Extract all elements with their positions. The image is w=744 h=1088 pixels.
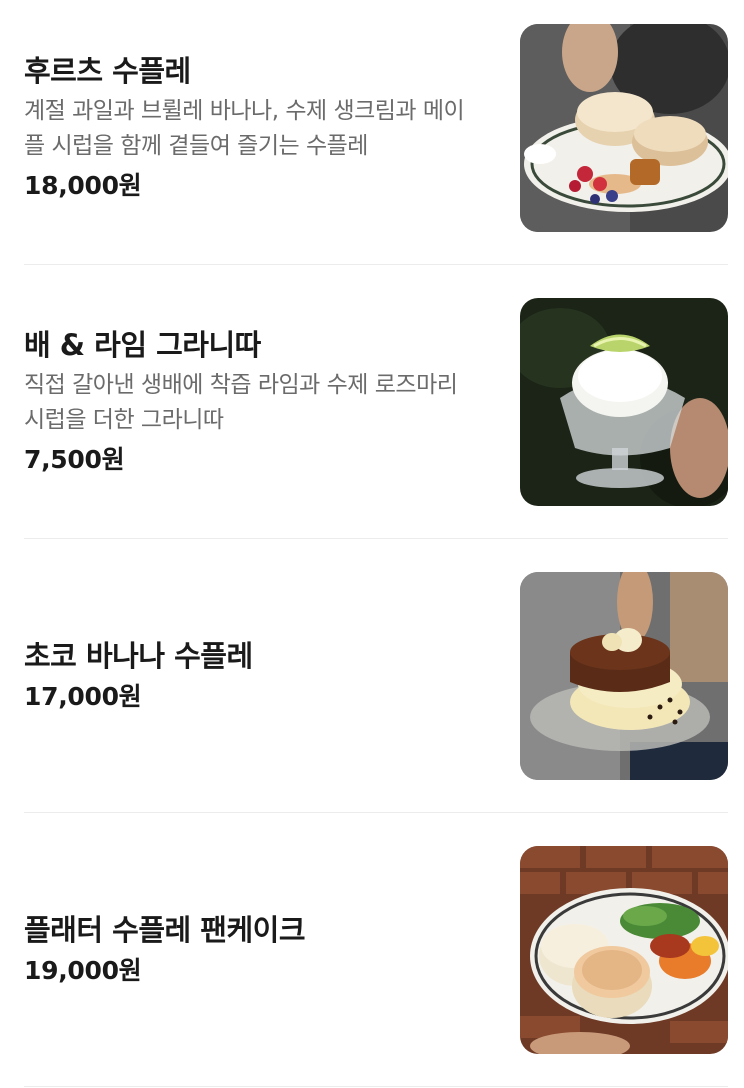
menu-item-text: 배 & 라임 그라니따 직접 갈아낸 생배에 착즙 라임과 수제 로즈마리 시럽… bbox=[24, 298, 494, 506]
choco-banana-souffle-photo[interactable] bbox=[520, 572, 728, 780]
menu-item-description: 계절 과일과 브륄레 바나나, 수제 생크림과 메이플 시럽을 함께 곁들여 즐… bbox=[24, 98, 465, 159]
menu-divider bbox=[24, 264, 728, 265]
menu-item-title: 플래터 수플레 팬케이크 bbox=[24, 913, 306, 947]
menu-divider bbox=[24, 538, 728, 539]
menu-item-choco-banana-souffle[interactable]: 초코 바나나 수플레 17,000원 bbox=[24, 572, 728, 780]
menu-item-price: 18,000원 bbox=[24, 171, 142, 200]
menu-item-title: 초코 바나나 수플레 bbox=[24, 639, 253, 673]
menu-item-platter-souffle-pancake[interactable]: 플래터 수플레 팬케이크 19,000원 bbox=[24, 846, 728, 1054]
menu-item-text: 후르츠 수플레 계절 과일과 브륄레 바나나, 수제 생크림과 메이플 시럽을 … bbox=[24, 24, 494, 232]
menu-list: 후르츠 수플레 계절 과일과 브륄레 바나나, 수제 생크림과 메이플 시럽을 … bbox=[0, 0, 744, 1088]
menu-item-price: 19,000원 bbox=[24, 956, 142, 985]
menu-item-text: 초코 바나나 수플레 17,000원 bbox=[24, 572, 494, 780]
menu-item-price: 17,000원 bbox=[24, 682, 142, 711]
fruit-souffle-pancake-photo[interactable] bbox=[520, 24, 728, 232]
menu-item-pear-lime-granita[interactable]: 배 & 라임 그라니따 직접 갈아낸 생배에 착즙 라임과 수제 로즈마리 시럽… bbox=[24, 298, 728, 506]
menu-item-text: 플래터 수플레 팬케이크 19,000원 bbox=[24, 846, 494, 1054]
platter-souffle-pancake-photo[interactable] bbox=[520, 846, 728, 1054]
menu-item-description: 직접 갈아낸 생배에 착즙 라임과 수제 로즈마리 시럽을 더한 그라니따 bbox=[24, 372, 458, 433]
pear-lime-granita-photo[interactable] bbox=[520, 298, 728, 506]
menu-divider bbox=[24, 812, 728, 813]
menu-item-price: 7,500원 bbox=[24, 445, 125, 474]
menu-item-fruit-souffle[interactable]: 후르츠 수플레 계절 과일과 브륄레 바나나, 수제 생크림과 메이플 시럽을 … bbox=[24, 24, 728, 232]
menu-item-title: 배 & 라임 그라니따 bbox=[24, 328, 261, 362]
menu-divider bbox=[24, 1086, 728, 1087]
menu-item-title: 후르츠 수플레 bbox=[24, 54, 191, 88]
